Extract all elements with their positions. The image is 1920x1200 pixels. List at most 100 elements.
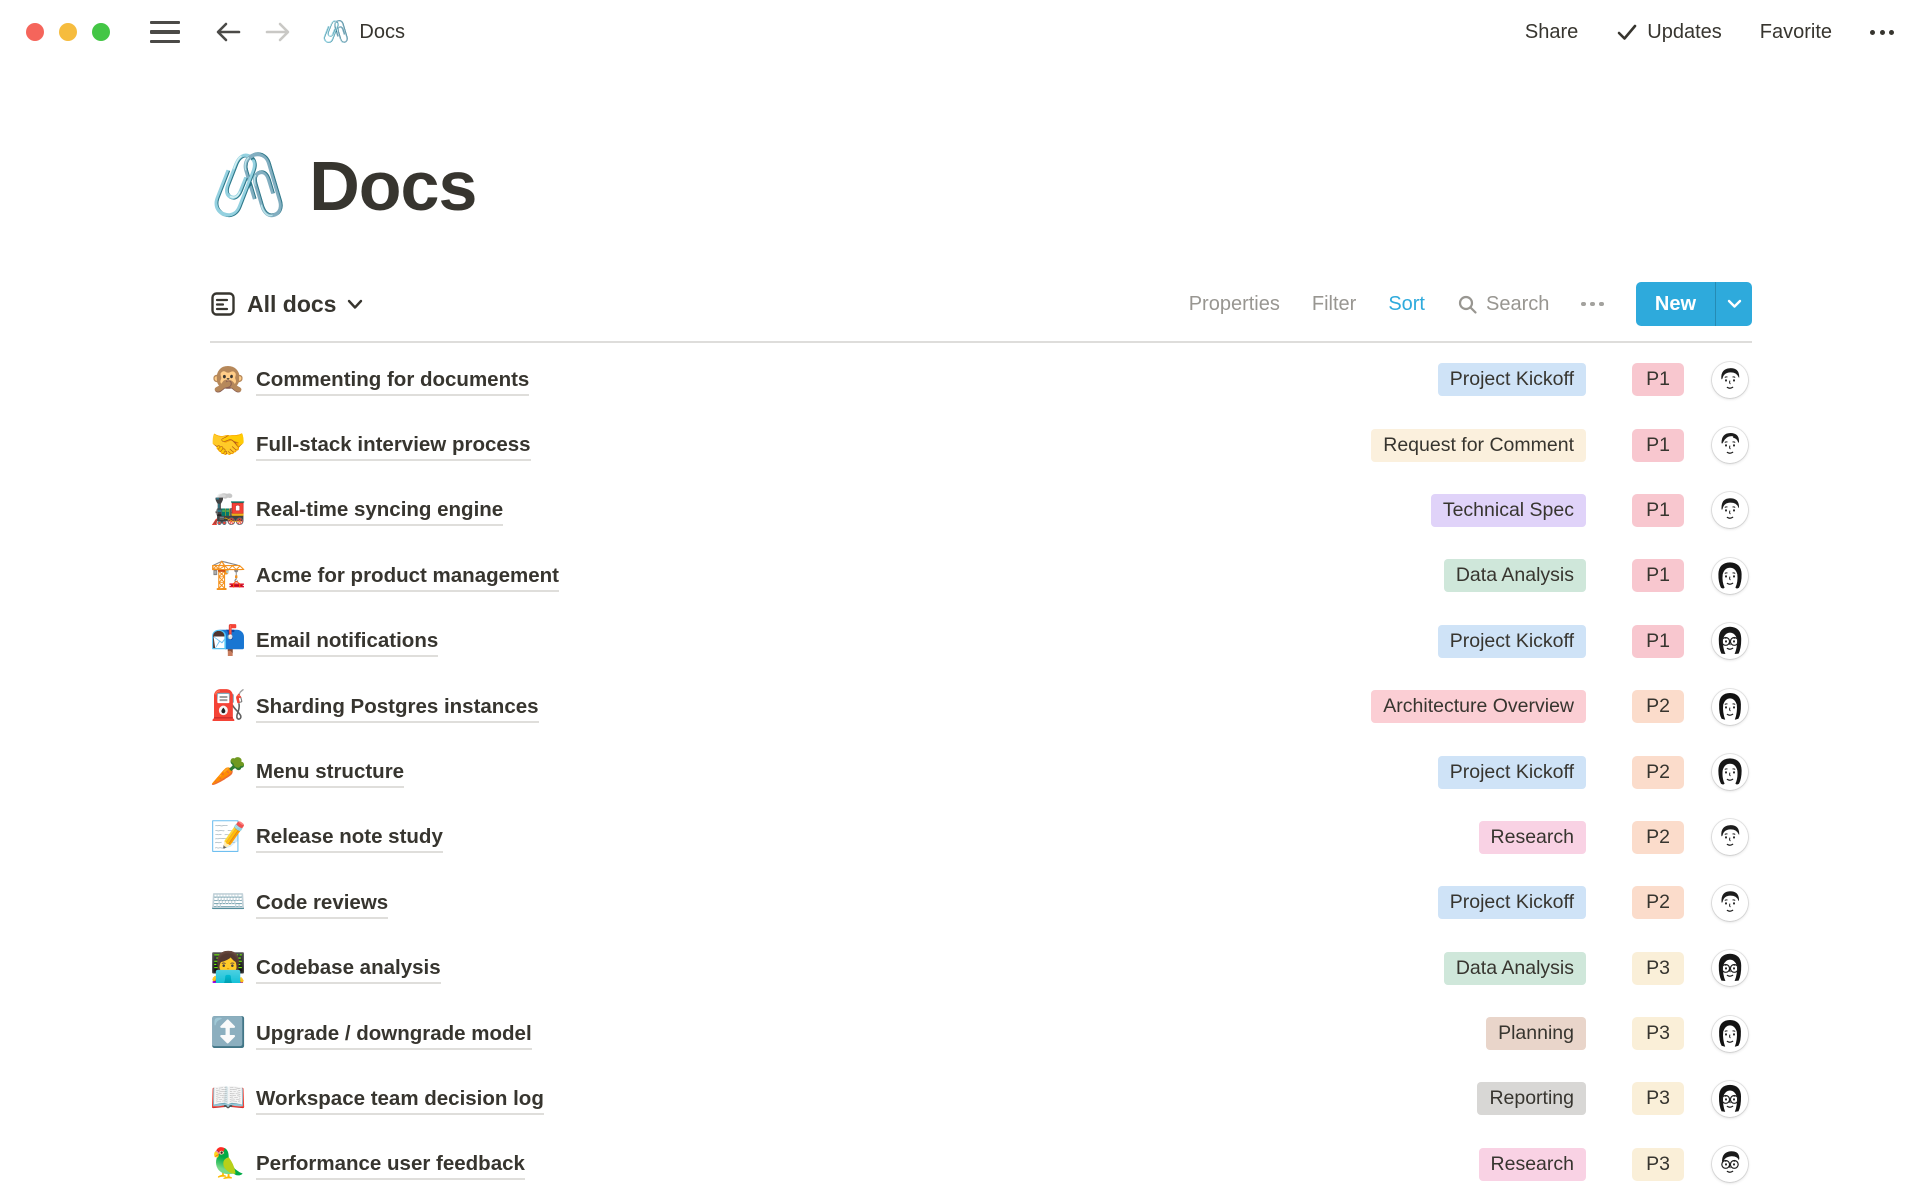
doc-emoji-icon: 🤝 xyxy=(210,431,256,460)
doc-emoji-icon: 📖 xyxy=(210,1084,256,1113)
doc-type-tag[interactable]: Project Kickoff xyxy=(1438,363,1586,396)
doc-title-link[interactable]: Commenting for documents xyxy=(256,368,529,392)
table-row[interactable]: ↕️ Upgrade / downgrade model Planning P3 xyxy=(210,1001,1752,1066)
doc-type-tag[interactable]: Data Analysis xyxy=(1444,559,1586,592)
doc-title-link[interactable]: Codebase analysis xyxy=(256,956,441,980)
view-more-options-button[interactable] xyxy=(1581,302,1604,307)
table-row[interactable]: 📬 Email notifications Project Kickoff P1 xyxy=(210,609,1752,674)
doc-emoji-icon: ⛽ xyxy=(210,692,256,721)
doc-title-link[interactable]: Email notifications xyxy=(256,629,438,653)
breadcrumb-page-title: Docs xyxy=(359,21,405,44)
priority-badge[interactable]: P1 xyxy=(1632,429,1684,462)
doc-type-tag[interactable]: Project Kickoff xyxy=(1438,886,1586,919)
window-controls xyxy=(26,23,110,41)
doc-type-tag[interactable]: Request for Comment xyxy=(1371,429,1586,462)
priority-badge[interactable]: P2 xyxy=(1632,756,1684,789)
favorite-button[interactable]: Favorite xyxy=(1760,21,1832,44)
priority-badge[interactable]: P1 xyxy=(1632,363,1684,396)
properties-button[interactable]: Properties xyxy=(1189,293,1280,316)
table-row[interactable]: ⌨️ Code reviews Project Kickoff P2 xyxy=(210,870,1752,935)
table-row[interactable]: 🏗️ Acme for product management Data Anal… xyxy=(210,543,1752,608)
doc-type-tag[interactable]: Architecture Overview xyxy=(1371,690,1586,723)
sidebar-toggle-menu-icon[interactable] xyxy=(150,21,180,44)
doc-title-link[interactable]: Performance user feedback xyxy=(256,1152,525,1176)
table-row[interactable]: 🤝 Full-stack interview process Request f… xyxy=(210,412,1752,477)
avatar-man-stubble[interactable] xyxy=(1712,492,1748,528)
priority-badge[interactable]: P3 xyxy=(1632,1082,1684,1115)
new-dropdown-button[interactable] xyxy=(1716,282,1752,326)
doc-type-tag[interactable]: Research xyxy=(1479,1148,1586,1181)
doc-type-tag[interactable]: Technical Spec xyxy=(1431,494,1586,527)
doc-type-tag[interactable]: Planning xyxy=(1486,1017,1586,1050)
chevron-down-icon xyxy=(1727,299,1742,309)
search-button[interactable]: Search xyxy=(1457,293,1549,316)
doc-type-tag[interactable]: Project Kickoff xyxy=(1438,756,1586,789)
doc-title-link[interactable]: Workspace team decision log xyxy=(256,1087,544,1111)
minimize-window-button[interactable] xyxy=(59,23,77,41)
doc-emoji-icon: 📝 xyxy=(210,823,256,852)
avatar-woman-bob[interactable] xyxy=(1712,689,1748,725)
doc-type-tag[interactable]: Reporting xyxy=(1477,1082,1586,1115)
avatar-man-glasses[interactable] xyxy=(1712,1146,1748,1182)
avatar-man-short-hair[interactable] xyxy=(1712,362,1748,398)
priority-badge[interactable]: P3 xyxy=(1632,1148,1684,1181)
doc-title-link[interactable]: Sharding Postgres instances xyxy=(256,695,539,719)
list-view-icon xyxy=(210,291,236,317)
table-row[interactable]: 👩‍💻 Codebase analysis Data Analysis P3 xyxy=(210,936,1752,1001)
priority-badge[interactable]: P1 xyxy=(1632,625,1684,658)
window-top-bar: 🖇️ Docs Share Updates Favorite xyxy=(0,0,1920,64)
avatar-person-glasses-beard[interactable] xyxy=(1712,1081,1748,1117)
doc-title-link[interactable]: Full-stack interview process xyxy=(256,433,531,457)
page-title[interactable]: Docs xyxy=(309,146,476,226)
doc-type-tag[interactable]: Project Kickoff xyxy=(1438,625,1586,658)
doc-emoji-icon: 🙊 xyxy=(210,365,256,394)
avatar-woman-bob[interactable] xyxy=(1712,1016,1748,1052)
priority-badge[interactable]: P1 xyxy=(1632,494,1684,527)
page-icon-paperclip[interactable]: 🖇️ xyxy=(210,155,287,217)
zoom-window-button[interactable] xyxy=(92,23,110,41)
priority-badge[interactable]: P3 xyxy=(1632,952,1684,985)
priority-badge[interactable]: P2 xyxy=(1632,886,1684,919)
chevron-down-icon xyxy=(347,299,363,310)
updates-button[interactable]: Updates xyxy=(1616,21,1722,44)
search-icon xyxy=(1457,294,1478,315)
table-row[interactable]: 🙊 Commenting for documents Project Kicko… xyxy=(210,347,1752,412)
avatar-man-short-hair-2[interactable] xyxy=(1712,427,1748,463)
table-row[interactable]: 🥕 Menu structure Project Kickoff P2 xyxy=(210,739,1752,804)
doc-emoji-icon: 📬 xyxy=(210,627,256,656)
priority-badge[interactable]: P3 xyxy=(1632,1017,1684,1050)
avatar-man-stubble[interactable] xyxy=(1712,885,1748,921)
filter-button[interactable]: Filter xyxy=(1312,293,1356,316)
table-row[interactable]: 📖 Workspace team decision log Reporting … xyxy=(210,1066,1752,1131)
avatar-woman-wavy-hair[interactable] xyxy=(1712,558,1748,594)
doc-type-tag[interactable]: Research xyxy=(1479,821,1586,854)
view-selector-all-docs[interactable]: All docs xyxy=(210,291,363,318)
close-window-button[interactable] xyxy=(26,23,44,41)
table-header-divider xyxy=(210,341,1752,343)
avatar-woman-wavy-hair[interactable] xyxy=(1712,754,1748,790)
priority-badge[interactable]: P1 xyxy=(1632,559,1684,592)
forward-arrow-icon[interactable] xyxy=(264,19,292,45)
avatar-man-short-hair[interactable] xyxy=(1712,819,1748,855)
table-row[interactable]: 🦜 Performance user feedback Research P3 xyxy=(210,1132,1752,1197)
window-more-options-button[interactable] xyxy=(1870,30,1894,35)
avatar-person-glasses-long-hair[interactable] xyxy=(1712,950,1748,986)
back-arrow-icon[interactable] xyxy=(214,19,242,45)
doc-title-link[interactable]: Menu structure xyxy=(256,760,404,784)
new-button[interactable]: New xyxy=(1636,282,1715,326)
doc-title-link[interactable]: Real-time syncing engine xyxy=(256,498,503,522)
priority-badge[interactable]: P2 xyxy=(1632,690,1684,723)
doc-title-link[interactable]: Release note study xyxy=(256,825,443,849)
sort-button[interactable]: Sort xyxy=(1388,293,1425,316)
doc-title-link[interactable]: Code reviews xyxy=(256,891,388,915)
doc-title-link[interactable]: Acme for product management xyxy=(256,564,559,588)
table-row[interactable]: ⛽ Sharding Postgres instances Architectu… xyxy=(210,674,1752,739)
priority-badge[interactable]: P2 xyxy=(1632,821,1684,854)
table-row[interactable]: 🚂 Real-time syncing engine Technical Spe… xyxy=(210,478,1752,543)
share-button[interactable]: Share xyxy=(1525,21,1578,44)
view-selector-label: All docs xyxy=(247,291,336,318)
avatar-person-glasses-long-hair[interactable] xyxy=(1712,623,1748,659)
doc-type-tag[interactable]: Data Analysis xyxy=(1444,952,1586,985)
doc-title-link[interactable]: Upgrade / downgrade model xyxy=(256,1022,532,1046)
table-row[interactable]: 📝 Release note study Research P2 xyxy=(210,805,1752,870)
